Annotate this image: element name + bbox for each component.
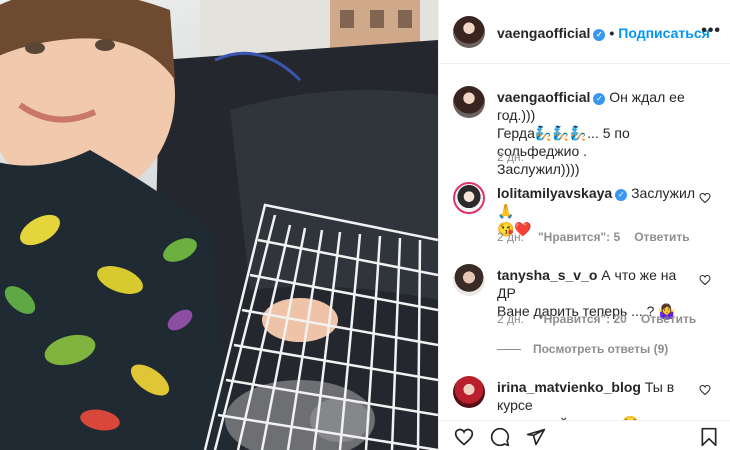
caption-time[interactable]: 2 дн. [497, 150, 524, 164]
comment-username[interactable]: lolitamilyavskaya [497, 185, 612, 201]
avatar[interactable] [453, 182, 485, 214]
username-link[interactable]: vaengaofficial [497, 25, 590, 41]
share-icon[interactable] [525, 427, 547, 447]
post-photo[interactable] [0, 0, 438, 450]
heart-icon[interactable] [699, 274, 711, 286]
comment-likes[interactable]: "Нравится": 20 [538, 312, 627, 326]
verified-icon: ✓ [593, 93, 606, 105]
comment-time[interactable]: 2 дн. [497, 312, 524, 326]
reply-button[interactable]: Ответить [634, 230, 689, 244]
comment-icon[interactable] [489, 427, 511, 447]
verified-icon: ✓ [615, 189, 628, 201]
photo-illustration [0, 0, 438, 450]
comment-meta: 2 дн. "Нравится": 20 Ответить [497, 312, 696, 326]
post-sidebar: vaengaofficial ✓ • Подписаться ••• vaengaof… [438, 0, 730, 450]
avatar[interactable] [453, 16, 485, 48]
heart-icon[interactable] [453, 427, 475, 447]
avatar[interactable] [453, 264, 485, 296]
post-header: vaengaofficial ✓ • Подписаться ••• [439, 0, 730, 64]
caption-username[interactable]: vaengaofficial [497, 89, 590, 105]
more-icon[interactable]: ••• [701, 22, 721, 40]
view-replies-button[interactable]: Посмотреть ответы (9) [497, 342, 668, 356]
comment-meta: 2 дн. "Нравится": 5 Ответить [497, 230, 690, 244]
view-replies-label: Посмотреть ответы (9) [533, 342, 669, 356]
comment-likes[interactable]: "Нравится": 5 [538, 230, 620, 244]
instagram-post-modal: vaengaofficial ✓ • Подписаться ••• vaengaof… [0, 0, 730, 450]
bookmark-icon[interactable] [699, 427, 719, 447]
comment-username[interactable]: tanysha_s_v_o [497, 267, 597, 283]
caption-text: vaengaofficial ✓ Он ждал ее год.))) Герда… [497, 88, 697, 178]
follow-button[interactable]: Подписаться [618, 25, 710, 41]
reply-button[interactable]: Ответить [641, 312, 696, 326]
avatar[interactable] [453, 86, 485, 118]
comment-time[interactable]: 2 дн. [497, 230, 524, 244]
verified-icon: ✓ [593, 29, 606, 41]
comment-username[interactable]: irina_matvienko_blog [497, 379, 641, 395]
heart-icon[interactable] [699, 384, 711, 396]
action-bar [439, 420, 730, 450]
replies-divider [497, 349, 521, 351]
avatar[interactable] [453, 376, 485, 408]
heart-icon[interactable] [699, 192, 711, 204]
separator-dot: • [609, 25, 615, 41]
header-user-line: vaengaofficial ✓ • Подписаться [497, 25, 710, 41]
